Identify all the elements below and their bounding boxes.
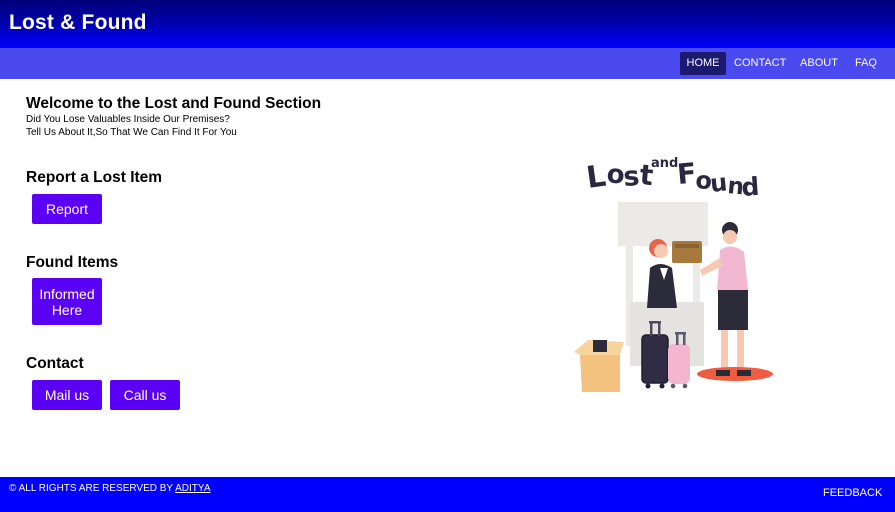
nav-home[interactable]: HOME — [680, 52, 726, 75]
svg-text:u: u — [709, 168, 729, 198]
feedback-link[interactable]: FEEDBACK — [823, 487, 882, 499]
welcome-line-1: Did You Lose Valuables Inside Our Premis… — [26, 114, 230, 125]
lost-and-found-illustration: L o s t and F o u n d — [574, 156, 773, 392]
report-section-title: Report a Lost Item — [26, 169, 163, 186]
illustration-lettering: L o s t and F o u n d — [584, 156, 760, 202]
svg-text:and: and — [651, 156, 678, 171]
informed-here-label-line1: Informed — [39, 285, 95, 302]
contact-section-title: Contact — [26, 355, 84, 372]
found-section-title: Found Items — [26, 254, 119, 271]
site-title: Lost & Found — [9, 11, 147, 34]
site-header: Lost & Found — [0, 0, 895, 48]
informed-here-label-line2: Here — [51, 301, 83, 318]
informed-here-button[interactable]: Informed Here — [32, 278, 102, 325]
nav-about[interactable]: ABOUT — [799, 52, 839, 75]
copyright-prefix: © ALL RIGHTS ARE RESERVED BY — [9, 483, 176, 494]
nav-contact[interactable]: CONTACT — [734, 52, 786, 75]
svg-text:L: L — [584, 159, 608, 196]
welcome-line-2: Tell Us About It,So That We Can Find It … — [26, 127, 237, 138]
nav-bar: HOME CONTACT ABOUT FAQ — [0, 48, 895, 79]
copyright-text: © ALL RIGHTS ARE RESERVED BY ADITYA — [9, 483, 211, 494]
call-us-button[interactable]: Call us — [110, 380, 180, 410]
author-link[interactable]: ADITYA — [175, 483, 210, 494]
report-button[interactable]: Report — [32, 194, 102, 224]
svg-text:d: d — [740, 172, 760, 202]
nav-faq[interactable]: FAQ — [852, 52, 880, 75]
welcome-title: Welcome to the Lost and Found Section — [26, 95, 322, 112]
mail-us-button[interactable]: Mail us — [32, 380, 102, 410]
